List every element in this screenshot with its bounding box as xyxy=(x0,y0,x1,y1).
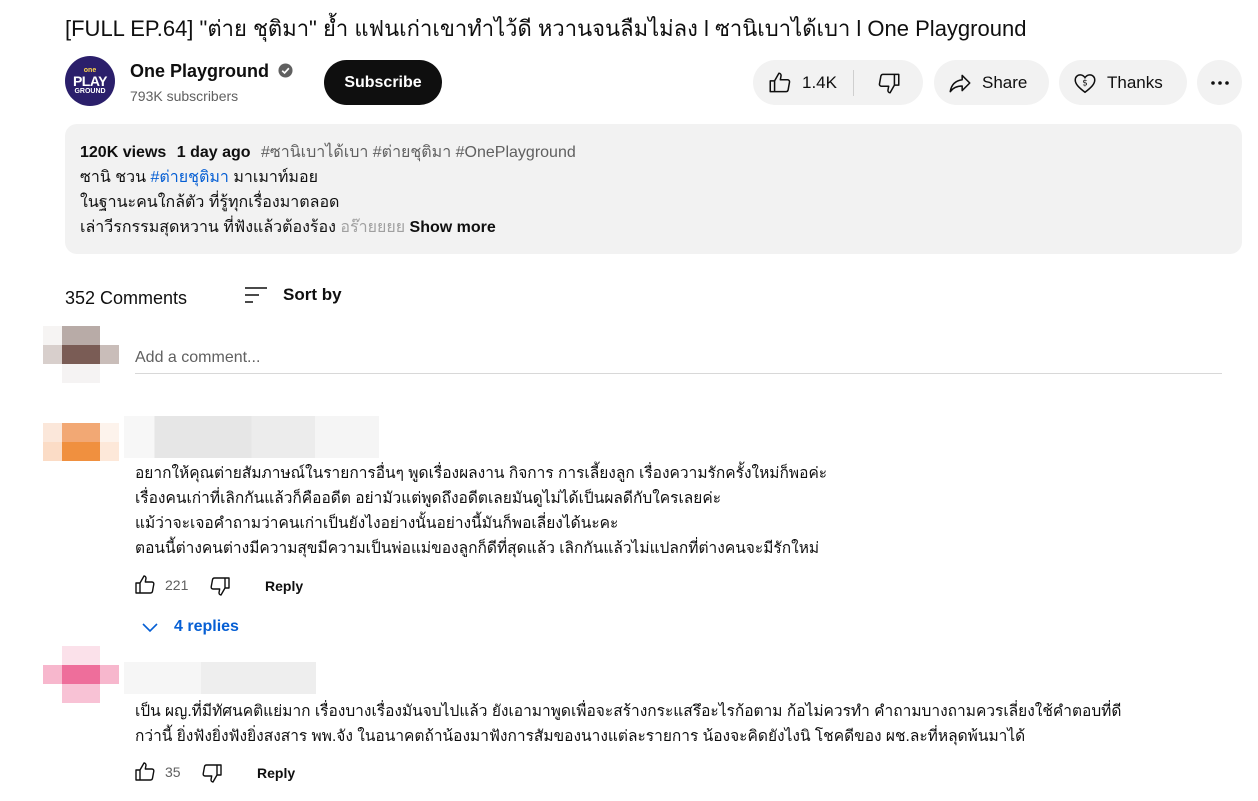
thanks-label: Thanks xyxy=(1107,72,1163,92)
like-button[interactable]: 1.4K xyxy=(753,60,853,105)
share-button[interactable]: Share xyxy=(934,60,1049,105)
thumbs-down-icon xyxy=(210,577,230,596)
verified-check-icon xyxy=(278,63,293,78)
thumbs-up-icon xyxy=(769,71,791,92)
logo-text-main: PLAY xyxy=(72,72,108,89)
comments-count: 352 Comments xyxy=(65,288,188,308)
thumbs-up-icon xyxy=(135,762,155,781)
sort-by-button[interactable]: Sort by xyxy=(243,283,342,307)
sort-icon xyxy=(245,287,267,303)
subscriber-count: 793K subscribers xyxy=(130,88,239,104)
description-box[interactable]: 120K views 1 day ago #ซานิเบาได้เบา #ต่า… xyxy=(65,124,1242,254)
comment-line: เป็น ผญ.ที่มีทัศนคติแย่มาก เรื่องบางเรื่… xyxy=(135,703,1122,720)
description-fade-text: อร๊ายยยย xyxy=(340,219,406,236)
thumbs-up-icon xyxy=(135,575,155,594)
more-actions-button[interactable] xyxy=(1197,60,1242,105)
show-more-button[interactable]: Show more xyxy=(410,219,496,236)
heart-dollar-icon: $ xyxy=(1074,73,1096,93)
channel-name[interactable]: One Playground xyxy=(130,60,269,82)
comment-author-name-blurred[interactable] xyxy=(124,416,379,458)
comment-like-button[interactable]: 35 xyxy=(133,760,181,784)
description-line-3: เล่าวีรกรรมสุดหวาน ที่ฟังแล้วต้องร้อง อร… xyxy=(80,215,1227,240)
comment-author-avatar[interactable] xyxy=(43,423,119,461)
description-meta: 120K views 1 day ago #ซานิเบาได้เบา #ต่า… xyxy=(80,140,1227,165)
chevron-down-icon xyxy=(142,623,158,633)
comment-line: อยากให้คุณต่ายสัมภาษณ์ในรายการอื่นๆ พูดเ… xyxy=(135,465,828,482)
thumbs-down-icon xyxy=(878,73,900,94)
comment-line: แม้ว่าจะเจอคำถามว่าคนเก่าเป็นยังไงอย่างน… xyxy=(135,515,619,532)
add-comment-input[interactable] xyxy=(135,343,1222,374)
comment-reply-button[interactable]: Reply xyxy=(265,578,303,594)
dislike-button[interactable] xyxy=(854,60,923,105)
share-arrow-icon xyxy=(949,74,971,92)
description-line-1: ซานิ ชวน #ต่ายชุติมา มาเมาท์มอย xyxy=(80,165,1227,190)
description-text: เล่าวีรกรรมสุดหวาน ที่ฟังแล้วต้องร้อง xyxy=(80,219,341,236)
logo-text-bottom: GROUND xyxy=(74,87,106,95)
comment-dislike-button[interactable] xyxy=(200,761,224,785)
svg-text:$: $ xyxy=(1082,78,1088,88)
comment-author-name-blurred[interactable] xyxy=(124,662,316,694)
comment-body: เป็น ผญ.ที่มีทัศนคติแย่มาก เรื่องบางเรื่… xyxy=(135,699,1121,749)
more-horiz-icon xyxy=(1210,80,1229,85)
comment-like-count: 221 xyxy=(165,577,189,593)
video-title: [FULL EP.64] "ต่าย ชุติมา" ย้ำ แฟนเก่าเข… xyxy=(65,16,1027,41)
current-user-avatar xyxy=(43,326,119,383)
description-hashtags[interactable]: #ซานิเบาได้เบา #ต่ายชุติมา #OnePlaygroun… xyxy=(261,144,576,161)
view-count: 120K views xyxy=(80,144,167,161)
comment-author-avatar[interactable] xyxy=(43,646,119,703)
replies-label: 4 replies xyxy=(174,618,239,635)
channel-avatar[interactable]: one PLAY GROUND xyxy=(65,56,115,106)
sort-by-label: Sort by xyxy=(283,285,342,304)
like-count: 1.4K xyxy=(802,72,837,92)
comment-reply-button[interactable]: Reply xyxy=(257,765,295,781)
upload-date: 1 day ago xyxy=(176,144,251,161)
description-line-2: ในฐานะคนใกล้ตัว ที่รู้ทุกเรื่องมาตลอด xyxy=(80,194,340,211)
comment-body: อยากให้คุณต่ายสัมภาษณ์ในรายการอื่นๆ พูดเ… xyxy=(135,461,827,561)
comment-like-count: 35 xyxy=(165,764,181,780)
comment-dislike-button[interactable] xyxy=(208,574,232,598)
description-text: ซานิ ชวน xyxy=(80,169,151,186)
thumbs-down-icon xyxy=(202,764,222,783)
subscribe-button[interactable]: Subscribe xyxy=(324,60,442,105)
hashtag-link[interactable]: #ต่ายชุติมา xyxy=(150,169,228,186)
like-dislike-group: 1.4K xyxy=(753,60,923,105)
share-label: Share xyxy=(982,72,1028,92)
description-text: มาเมาท์มอย xyxy=(228,169,318,186)
comment-line: ตอนนี้ต่างคนต่างมีความสุขมีความเป็นพ่อแม… xyxy=(135,540,820,557)
comment-line: เรื่องคนเก่าที่เลิกกันแล้วก็คืออดีต อย่า… xyxy=(135,490,722,507)
thanks-button[interactable]: $ Thanks xyxy=(1059,60,1187,105)
view-replies-button[interactable]: 4 replies xyxy=(140,617,239,637)
comment-like-button[interactable]: 221 xyxy=(133,573,188,597)
comment-line: กว่านี้ ยิ่งฟังยิ่งฟังยิ่งสงสาร พพ.จัง ใ… xyxy=(135,728,1026,745)
